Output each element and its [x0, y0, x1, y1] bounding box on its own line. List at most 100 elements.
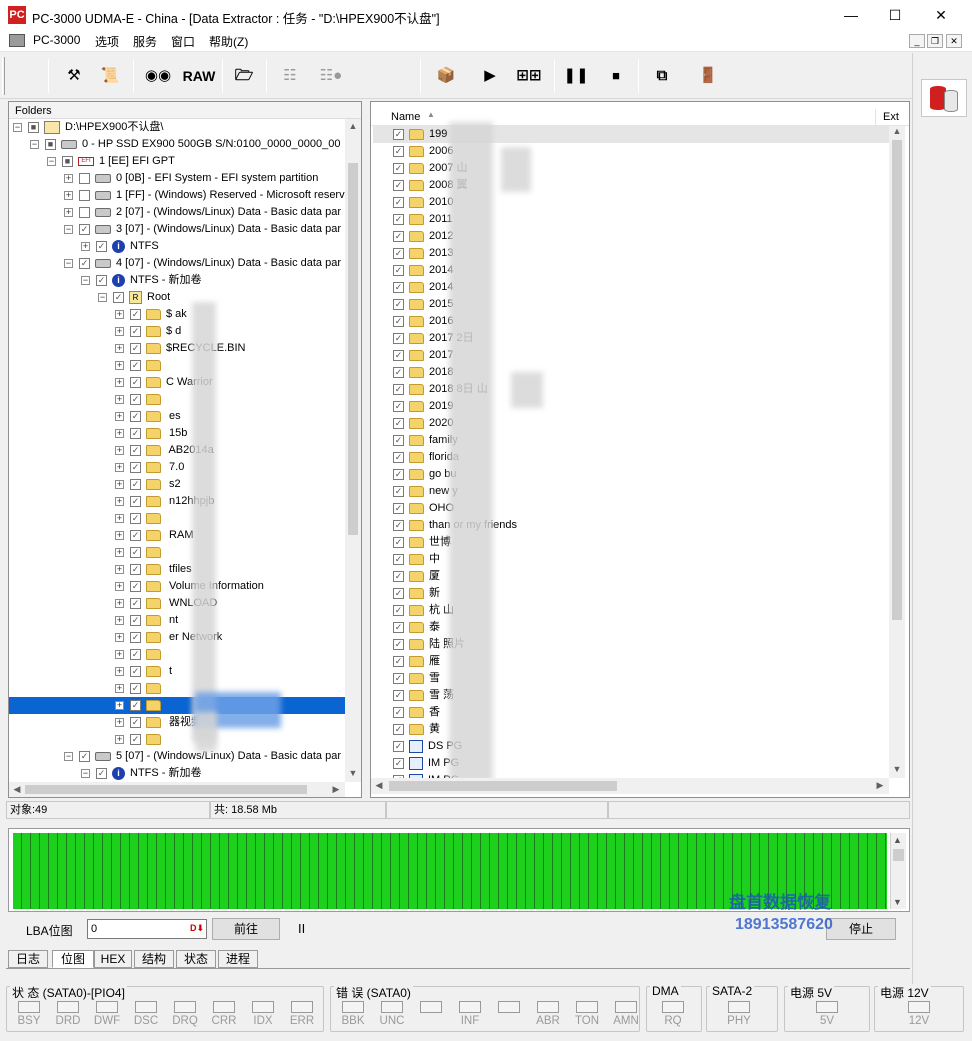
tree-item[interactable]: +2 [07] - (Windows/Linux) Data - Basic d…	[9, 204, 345, 221]
tree-item[interactable]: + ✓	[9, 544, 345, 561]
tree-item[interactable]: +✓ WNLOAD	[9, 595, 345, 612]
tree-item-checkbox[interactable]	[79, 206, 90, 218]
tree-item[interactable]: − ■ 0 - HP SSD EX900 500GB S/N:0100_0000_0…	[9, 136, 345, 153]
pause-icon[interactable]: ❚❚	[562, 62, 590, 90]
tree-vertical-scrollbar[interactable]: ▲ ▼	[345, 119, 361, 782]
database-icon[interactable]	[921, 79, 967, 117]
expand-icon[interactable]: +	[115, 700, 124, 710]
lba-input[interactable]	[87, 919, 207, 939]
tree-item[interactable]: + ✓ s2	[9, 476, 345, 493]
tree-item[interactable]: − ✓ 3 [07] - (Windows/Linux) Data - Basic …	[9, 221, 345, 238]
tree-disabled-icon[interactable]: ☷	[276, 62, 304, 90]
tree-item[interactable]: − ✓ 4 [07] - (Windows/Linux) Data - Basic …	[9, 255, 345, 272]
file-checkbox[interactable]: ✓	[393, 451, 404, 463]
tree-item[interactable]: + ✓ 15b	[9, 425, 345, 442]
tree-item-checkbox[interactable]: ■	[28, 121, 39, 133]
tree-item-checkbox[interactable]: ✓	[130, 512, 141, 524]
list-horizontal-scrollbar[interactable]: ◀ ▶	[371, 778, 889, 794]
expand-icon[interactable]: +	[115, 649, 124, 659]
tree-item-checkbox[interactable]: ✓	[130, 733, 141, 745]
tree-item-checkbox[interactable]: ✓	[130, 495, 141, 507]
file-checkbox[interactable]: ✓	[393, 281, 404, 293]
file-checkbox[interactable]: ✓	[393, 468, 404, 480]
tree-item-checkbox[interactable]: ✓	[130, 376, 141, 388]
tree-item-checkbox[interactable]: ✓	[79, 223, 90, 235]
tree-item[interactable]: + ✓	[9, 391, 345, 408]
name-column-header[interactable]: Name	[391, 111, 420, 123]
file-checkbox[interactable]: ✓	[393, 621, 404, 633]
expand-icon[interactable]: +	[115, 394, 124, 404]
menu-pc3000[interactable]: PC-3000	[33, 33, 80, 47]
binoculars-icon[interactable]: ◉◉	[144, 62, 172, 90]
collapse-icon[interactable]: −	[64, 224, 73, 234]
exit-icon[interactable]: 🚪	[694, 62, 722, 90]
tree-item-checkbox[interactable]: ✓	[79, 257, 90, 269]
menu-options[interactable]: 选项	[95, 33, 119, 50]
tree-item[interactable]: − ■ D:\HPEX900不认盘\	[9, 119, 345, 136]
scroll-down-arrow-icon[interactable]: ▼	[893, 897, 902, 907]
tree-item-checkbox[interactable]: ✓	[130, 529, 141, 541]
file-checkbox[interactable]: ✓	[393, 706, 404, 718]
tree-item-checkbox[interactable]: ✓	[113, 291, 124, 303]
file-checkbox[interactable]: ✓	[393, 502, 404, 514]
expand-icon[interactable]: +	[115, 377, 124, 387]
expand-icon[interactable]: +	[115, 530, 124, 540]
expand-icon[interactable]: +	[115, 632, 124, 642]
expand-icon[interactable]: +	[115, 615, 124, 625]
collapse-icon[interactable]: −	[13, 122, 22, 132]
file-checkbox[interactable]: ✓	[393, 740, 404, 752]
file-checkbox[interactable]: ✓	[393, 689, 404, 701]
close-button[interactable]: ✕	[918, 0, 964, 30]
expand-icon[interactable]: +	[64, 207, 73, 217]
expand-icon[interactable]: +	[115, 309, 124, 319]
tree-item-checkbox[interactable]: ✓	[130, 410, 141, 422]
file-checkbox[interactable]: ✓	[393, 434, 404, 446]
goto-button[interactable]: 前往	[212, 918, 280, 940]
play-icon[interactable]: ▶	[476, 62, 504, 90]
raw-button[interactable]: RAW	[180, 62, 218, 90]
file-checkbox[interactable]: ✓	[393, 332, 404, 344]
file-checkbox[interactable]: ✓	[393, 213, 404, 225]
mdi-close-button[interactable]: ✕	[946, 34, 962, 48]
expand-icon[interactable]: +	[115, 564, 124, 574]
file-checkbox[interactable]: ✓	[393, 604, 404, 616]
tree-item[interactable]: + ✓	[9, 646, 345, 663]
expand-icon[interactable]: +	[115, 683, 124, 693]
tree-item-checkbox[interactable]: ✓	[130, 699, 141, 711]
file-checkbox[interactable]: ✓	[393, 553, 404, 565]
tree-item[interactable]: − ✓ i NTFS - 新加卷	[9, 765, 345, 782]
tree-item[interactable]: + ✓ Volume Information	[9, 578, 345, 595]
collapse-icon[interactable]: −	[81, 768, 90, 778]
tab-1[interactable]: 位图	[52, 950, 94, 968]
tree-item[interactable]: + ✓ AB2014a	[9, 442, 345, 459]
file-checkbox[interactable]: ✓	[393, 145, 404, 157]
expand-icon[interactable]: +	[115, 360, 124, 370]
file-checkbox[interactable]: ✓	[393, 162, 404, 174]
scroll-thumb[interactable]	[25, 785, 307, 794]
tree-item[interactable]: +0 [0B] - EFI System - EFI system partit…	[9, 170, 345, 187]
file-checkbox[interactable]: ✓	[393, 298, 404, 310]
stop-button[interactable]: 停止	[826, 918, 896, 940]
tree-item[interactable]: +✓ er Network	[9, 629, 345, 646]
expand-icon[interactable]: +	[115, 547, 124, 557]
scroll-left-arrow-icon[interactable]: ◀	[372, 780, 386, 791]
tree-item-checkbox[interactable]: ✓	[130, 648, 141, 660]
tree-item-checkbox[interactable]: ■	[62, 155, 73, 167]
list-vertical-scrollbar[interactable]: ▲ ▼	[889, 126, 905, 778]
file-checkbox[interactable]: ✓	[393, 366, 404, 378]
tree-item-checkbox[interactable]: ✓	[130, 393, 141, 405]
tree-item[interactable]: − ■ EFI 1 [EE] EFI GPT	[9, 153, 345, 170]
tree-item-checkbox[interactable]: ✓	[130, 427, 141, 439]
tree-item-checkbox[interactable]: ✓	[130, 716, 141, 728]
file-checkbox[interactable]: ✓	[393, 417, 404, 429]
collapse-icon[interactable]: −	[98, 292, 107, 302]
maximize-button[interactable]: ☐	[872, 0, 918, 30]
collapse-icon[interactable]: −	[30, 139, 39, 149]
file-checkbox[interactable]: ✓	[393, 179, 404, 191]
file-checkbox[interactable]: ✓	[393, 315, 404, 327]
scroll-right-arrow-icon[interactable]: ▶	[873, 780, 887, 791]
expand-icon[interactable]: +	[115, 496, 124, 506]
expand-icon[interactable]: +	[115, 717, 124, 727]
tree-item[interactable]: + ✓ RAM	[9, 527, 345, 544]
file-checkbox[interactable]: ✓	[393, 349, 404, 361]
